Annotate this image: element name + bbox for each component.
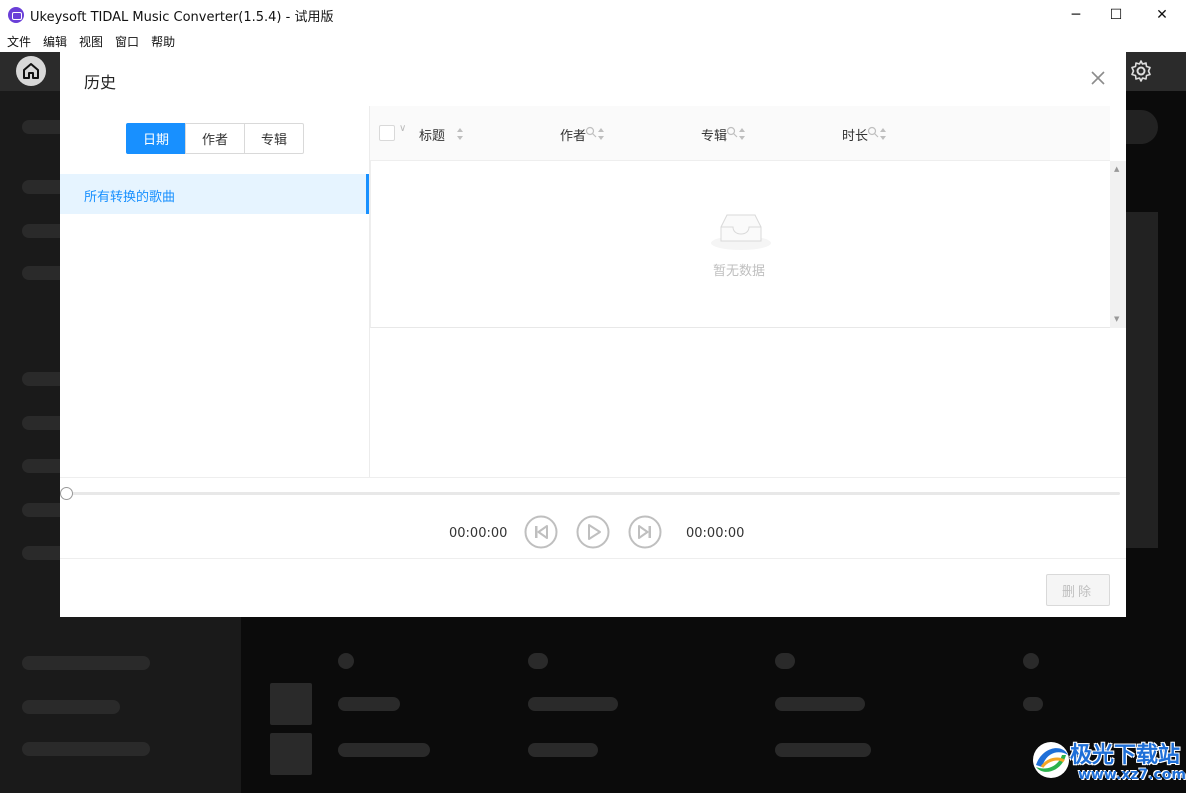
skeleton-bar [338, 697, 400, 711]
menu-edit[interactable]: 编辑 [43, 33, 67, 50]
skeleton-bar [528, 697, 618, 711]
scroll-down-icon[interactable]: ▼ [1114, 315, 1119, 323]
table-header: ∨ 标题 作者 专辑 时长 [370, 106, 1110, 161]
tab-artist[interactable]: 作者 [185, 123, 245, 154]
skeleton-thumb [270, 733, 312, 775]
watermark-brand: 极光下载站 [1070, 743, 1181, 768]
delete-button[interactable]: 删除 [1046, 574, 1110, 606]
skeleton-bar [338, 743, 430, 757]
menu-window[interactable]: 窗口 [115, 33, 139, 50]
column-header-title[interactable]: 标题 [419, 125, 445, 144]
column-header-duration[interactable]: 时长 [842, 125, 868, 144]
watermark-url: www.xz7.com [1078, 767, 1186, 783]
close-window-button[interactable]: ✕ [1139, 0, 1185, 30]
table-body: 暂无数据 [370, 161, 1110, 328]
sort-icon[interactable] [456, 127, 464, 141]
skeleton-bar [22, 656, 150, 670]
skeleton-dot [1023, 653, 1039, 669]
tab-date[interactable]: 日期 [126, 123, 186, 154]
progress-track[interactable] [66, 492, 1120, 495]
skeleton-bar [775, 697, 865, 711]
title-bar: Ukeysoft TIDAL Music Converter(1.5.4) - … [0, 0, 1186, 30]
menu-view[interactable]: 视图 [79, 33, 103, 50]
history-dialog: 历史 日期 作者 专辑 所有转换的歌曲 ∨ 标题 作者 专辑 时长 暂无数据 ▲… [60, 52, 1126, 617]
select-all-checkbox[interactable] [379, 125, 395, 141]
column-header-album[interactable]: 专辑 [701, 125, 727, 144]
skeleton-panel [1126, 212, 1158, 548]
scroll-up-icon[interactable]: ▲ [1114, 165, 1119, 173]
progress-handle[interactable] [60, 487, 73, 500]
chevron-down-icon[interactable]: ∨ [399, 123, 406, 134]
play-icon[interactable] [576, 515, 610, 549]
maximize-button[interactable]: ☐ [1093, 0, 1139, 30]
divider [60, 477, 1126, 478]
home-icon[interactable] [16, 56, 46, 86]
skeleton-bar [775, 743, 871, 757]
watermark-logo [1033, 742, 1069, 778]
sort-icon[interactable] [879, 127, 887, 141]
menu-help[interactable]: 帮助 [151, 33, 175, 50]
divider [60, 558, 1126, 559]
app-logo-icon [8, 7, 24, 23]
search-icon[interactable] [585, 126, 597, 138]
skeleton-dot [528, 653, 548, 669]
total-time: 00:00:00 [686, 526, 745, 541]
skeleton-bar [1023, 697, 1043, 711]
tab-album[interactable]: 专辑 [244, 123, 304, 154]
empty-inbox-icon [711, 214, 771, 250]
menu-bar: 文件 编辑 视图 窗口 帮助 [0, 30, 1186, 52]
skeleton-thumb [270, 683, 312, 725]
empty-state-text: 暂无数据 [713, 264, 766, 279]
skeleton-bar [22, 742, 150, 756]
settings-gear-icon[interactable] [1127, 56, 1155, 86]
sort-icon[interactable] [597, 127, 605, 141]
menu-file[interactable]: 文件 [7, 33, 31, 50]
scrollbar[interactable]: ▲ ▼ [1110, 161, 1126, 328]
search-icon[interactable] [867, 126, 879, 138]
nav-item-all-songs[interactable]: 所有转换的歌曲 [60, 174, 369, 214]
nav-item-label: 所有转换的歌曲 [84, 190, 176, 205]
column-header-artist[interactable]: 作者 [560, 125, 586, 144]
skeleton-bar [22, 700, 120, 714]
next-track-icon[interactable] [628, 515, 662, 549]
skeleton-bar [528, 743, 598, 757]
songs-table: ∨ 标题 作者 专辑 时长 暂无数据 ▲ ▼ [370, 106, 1126, 328]
close-icon[interactable] [1088, 68, 1108, 88]
dialog-title: 历史 [84, 73, 117, 92]
current-time: 00:00:00 [449, 526, 508, 541]
skeleton-dot [775, 653, 795, 669]
sort-icon[interactable] [738, 127, 746, 141]
search-icon[interactable] [726, 126, 738, 138]
previous-track-icon[interactable] [524, 515, 558, 549]
window-title: Ukeysoft TIDAL Music Converter(1.5.4) - … [30, 10, 334, 25]
skeleton-dot [338, 653, 354, 669]
